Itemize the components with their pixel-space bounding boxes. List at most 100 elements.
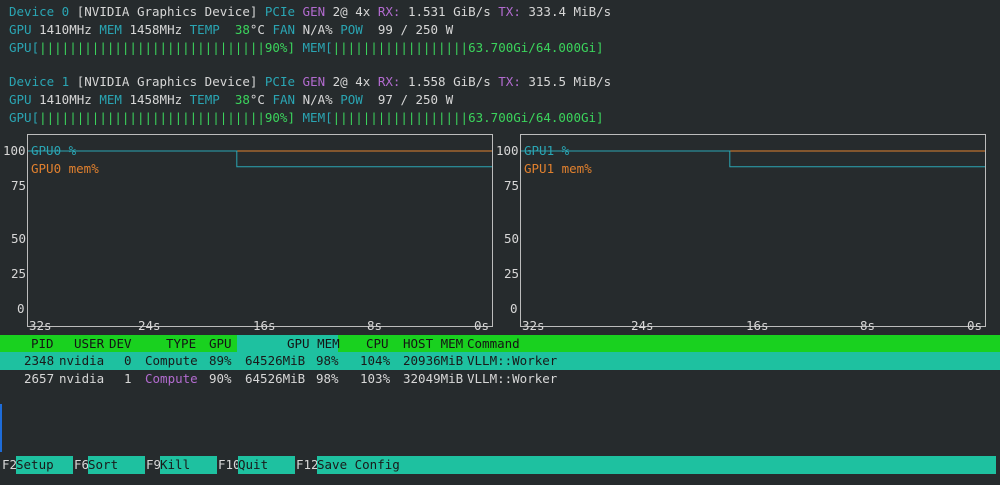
x-tick: 16s (746, 318, 769, 333)
pcie-gen-value: 2@ 4x (332, 74, 371, 89)
setup-button[interactable]: Setup (16, 456, 73, 474)
fan-label: FAN (272, 22, 296, 37)
power-label: POW (340, 92, 363, 107)
power-value: 97 / 250 W (377, 92, 454, 107)
y-tick: 100 (3, 143, 26, 158)
col-type[interactable]: TYPE (166, 335, 196, 352)
fan-label: FAN (272, 92, 296, 107)
mem-clock-label: MEM (99, 92, 122, 107)
sort-button[interactable]: Sort (88, 456, 145, 474)
temp-unit: °C (249, 92, 265, 107)
device-1-stats-line: GPU 1410MHz MEM 1458MHz TEMP 38°C FAN N/… (9, 91, 453, 109)
quit-button[interactable]: Quit (238, 456, 295, 474)
terminal-scroll-indicator (0, 404, 2, 452)
cell-command: VLLM::Worker (467, 371, 558, 386)
fkey-f6-key: F6 (74, 457, 90, 472)
y-tick: 100 (496, 143, 519, 158)
cell-cpu: 104% (360, 353, 391, 368)
col-host-mem[interactable]: HOST MEM (403, 335, 463, 352)
temp-value: 38 (234, 22, 250, 37)
cell-dev: 0 (124, 353, 132, 368)
cell-gpu: 89% (209, 353, 232, 368)
pcie-gen-value: 2@ 4x (332, 4, 371, 19)
temp-unit: °C (249, 22, 265, 37)
process-table-header: PID USER DEV TYPE GPU GPU MEM CPU HOST M… (0, 335, 1000, 352)
cell-type: Compute (145, 353, 198, 368)
cell-pid: 2657 (24, 371, 55, 386)
device-0-info-line: Device 0 [NVIDIA Graphics Device] PCIe G… (9, 3, 611, 21)
cell-host-mem: 20936MiB (403, 353, 464, 368)
gpu-clock-label: GPU (9, 92, 32, 107)
cell-gpu: 90% (209, 371, 232, 386)
gpu-util-bar: ||||||||||||||||||||||||||||||90%] (39, 40, 295, 55)
cell-user: nvidia (59, 353, 105, 368)
col-command[interactable]: Command (467, 335, 520, 352)
cell-pid: 2348 (24, 353, 55, 368)
legend-gpu-util: GPU0 % (31, 143, 77, 158)
cell-gpu-mem: 64526MiB (245, 371, 306, 386)
gpu-util-bar: ||||||||||||||||||||||||||||||90%] (39, 110, 295, 125)
y-tick: 75 (504, 178, 520, 193)
device-1-bars-line: GPU[||||||||||||||||||||||||||||||90%] M… (9, 109, 604, 127)
rx-label: RX: (377, 4, 401, 19)
cell-gpu-mem: 64526MiB (245, 353, 306, 368)
legend-gpu-util: GPU1 % (524, 143, 570, 158)
table-row[interactable]: 2657 nvidia 1 Compute 90% 64526MiB 98% 1… (0, 370, 1000, 388)
fan-value: N/A% (302, 22, 333, 37)
fan-value: N/A% (302, 92, 333, 107)
gen-label: GEN (302, 74, 326, 89)
mem-util-bar-label: MEM[ (302, 40, 333, 55)
cell-type: Compute (145, 371, 198, 386)
save-config-button[interactable]: Save Config (317, 456, 996, 474)
mem-clock-value: 1458MHz (129, 22, 183, 37)
pcie-label: PCIe (264, 4, 296, 19)
x-tick: 0s (474, 318, 490, 333)
tx-label: TX: (498, 4, 521, 19)
rx-value: 1.558 GiB/s (407, 74, 491, 89)
legend-mem-util: GPU0 mem% (31, 161, 99, 176)
cell-command: VLLM::Worker (467, 353, 558, 368)
gpu-util-bar-label: GPU[ (9, 40, 40, 55)
rx-value: 1.531 GiB/s (407, 4, 491, 19)
device-1-info-line: Device 1 [NVIDIA Graphics Device] PCIe G… (9, 73, 611, 91)
col-pid[interactable]: PID (31, 335, 54, 352)
y-tick: 50 (504, 231, 520, 246)
cell-gpu-mem-pct: 98% (316, 371, 339, 386)
cell-user: nvidia (59, 371, 105, 386)
fkey-f9-key: F9 (146, 457, 162, 472)
cell-host-mem: 32049MiB (403, 371, 464, 386)
device-model: [NVIDIA Graphics Device] (76, 74, 258, 89)
col-user[interactable]: USER (74, 335, 104, 352)
x-tick: 24s (631, 318, 654, 333)
device-name: Device 0 (9, 4, 70, 19)
x-tick: 24s (138, 318, 161, 333)
tx-value: 333.4 MiB/s (528, 4, 612, 19)
col-gpu-mem[interactable]: GPU MEM (287, 335, 340, 352)
x-tick: 8s (860, 318, 876, 333)
pcie-label: PCIe (264, 74, 296, 89)
y-tick: 25 (504, 266, 520, 281)
temp-value: 38 (234, 92, 250, 107)
fkey-f12-key: F12 (296, 457, 319, 472)
power-label: POW (340, 22, 363, 37)
x-tick: 16s (253, 318, 276, 333)
function-key-bar: F2 Setup F6 Sort F9 Kill F10 Quit F12 Sa… (0, 456, 1000, 474)
x-tick: 32s (29, 318, 52, 333)
x-tick: 0s (967, 318, 983, 333)
y-tick: 0 (510, 301, 518, 316)
tx-value: 315.5 MiB/s (528, 74, 612, 89)
fkey-f2-key: F2 (2, 457, 18, 472)
gpu-clock-value: 1410MHz (39, 92, 92, 107)
gpu-util-bar-label: GPU[ (9, 110, 40, 125)
col-cpu[interactable]: CPU (366, 335, 389, 352)
legend-mem-util: GPU1 mem% (524, 161, 592, 176)
col-gpu[interactable]: GPU (209, 335, 232, 352)
y-tick: 75 (11, 178, 27, 193)
temp-label: TEMP (189, 22, 220, 37)
tx-label: TX: (498, 74, 521, 89)
device-model: [NVIDIA Graphics Device] (76, 4, 258, 19)
col-dev[interactable]: DEV (109, 335, 132, 352)
mem-util-bar-label: MEM[ (302, 110, 333, 125)
table-row[interactable]: 2348 nvidia 0 Compute 89% 64526MiB 98% 1… (0, 352, 1000, 370)
kill-button[interactable]: Kill (160, 456, 217, 474)
